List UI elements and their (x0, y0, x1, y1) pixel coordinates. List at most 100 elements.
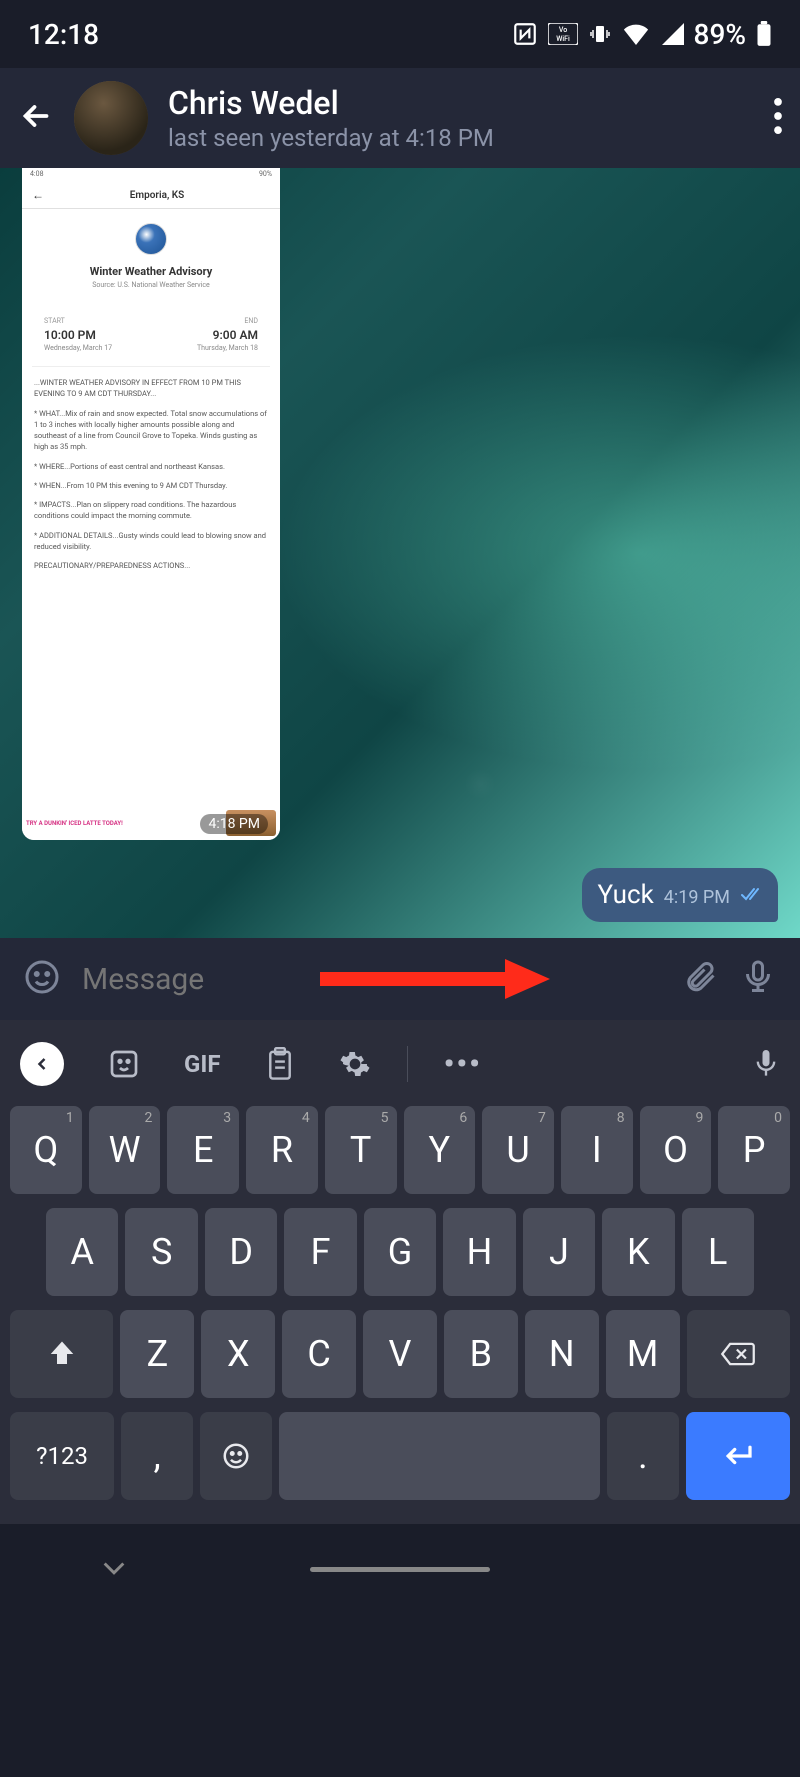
contact-name: Chris Wedel (168, 84, 754, 122)
read-checkmark-icon (740, 887, 762, 907)
key-n[interactable]: N (525, 1310, 599, 1398)
sent-message[interactable]: Yuck 4:19 PM (582, 868, 779, 922)
key-c[interactable]: C (282, 1310, 356, 1398)
ss-ad-text: TRY A DUNKIN' ICED LATTE TODAY! (26, 820, 123, 827)
key-f[interactable]: F (284, 1208, 356, 1296)
key-y[interactable]: Y6 (404, 1106, 476, 1194)
comma-key[interactable]: , (121, 1412, 193, 1500)
ss-end-label: END (197, 317, 258, 325)
vibrate-icon (588, 22, 612, 46)
ss-precaution: PRECAUTIONARY/PREPAREDNESS ACTIONS... (34, 560, 268, 571)
ss-end-date: Thursday, March 18 (197, 344, 258, 352)
key-v[interactable]: V (363, 1310, 437, 1398)
key-d[interactable]: D (205, 1208, 277, 1296)
ss-end-time: 9:00 AM (197, 328, 258, 342)
menu-button[interactable] (774, 98, 782, 138)
ss-batt: 90% (259, 170, 272, 180)
key-j[interactable]: J (523, 1208, 595, 1296)
image-timestamp: 4:18 PM (200, 814, 268, 834)
toolbar-divider (407, 1046, 408, 1082)
symbols-key[interactable]: ?123 (10, 1412, 114, 1500)
svg-text:WiFi: WiFi (556, 35, 570, 43)
shift-key[interactable] (10, 1310, 113, 1398)
keyboard: GIF ••• Q1W2E3R4T5Y6U7I8O9P0 ASDFGHJKL Z… (0, 1020, 800, 1524)
settings-button[interactable] (339, 1048, 371, 1080)
ss-when: * WHEN...From 10 PM this evening to 9 AM… (34, 480, 268, 491)
enter-key[interactable] (686, 1412, 790, 1500)
chat-header: Chris Wedel last seen yesterday at 4:18 … (0, 68, 800, 168)
nfc-icon (512, 21, 538, 47)
backspace-key[interactable] (687, 1310, 790, 1398)
keyboard-row-3: ZXCVBNM (10, 1310, 790, 1398)
voice-typing-button[interactable] (752, 1047, 780, 1081)
key-i[interactable]: I8 (561, 1106, 633, 1194)
nav-collapse-icon[interactable] (100, 1558, 128, 1580)
emoji-button[interactable] (24, 959, 60, 999)
keyboard-toolbar: GIF ••• (6, 1032, 794, 1096)
ss-back-icon: ← (32, 188, 44, 202)
ss-location: Emporia, KS (44, 190, 270, 201)
period-key[interactable]: . (607, 1412, 679, 1500)
more-button[interactable]: ••• (444, 1047, 482, 1082)
ss-impacts: * IMPACTS...Plan on slippery road condit… (34, 499, 268, 522)
ss-title: Winter Weather Advisory (22, 265, 280, 278)
key-k[interactable]: K (602, 1208, 674, 1296)
key-u[interactable]: U7 (482, 1106, 554, 1194)
ss-time: 4:08 (30, 170, 44, 180)
key-h[interactable]: H (443, 1208, 515, 1296)
status-icons: VoWiFi 89% (512, 18, 772, 51)
emoji-key[interactable] (200, 1412, 272, 1500)
key-z[interactable]: Z (120, 1310, 194, 1398)
ss-what: * WHAT...Mix of rain and snow expected. … (34, 408, 268, 453)
last-seen: last seen yesterday at 4:18 PM (168, 124, 754, 152)
status-time: 12:18 (28, 18, 99, 51)
sent-time: 4:19 PM (664, 887, 730, 908)
battery-icon (756, 21, 772, 47)
ss-advisory: ...WINTER WEATHER ADVISORY IN EFFECT FRO… (34, 377, 268, 400)
keyboard-row-4: ?123 , . (10, 1412, 790, 1500)
key-m[interactable]: M (606, 1310, 680, 1398)
key-p[interactable]: P0 (718, 1106, 790, 1194)
ss-start-date: Wednesday, March 17 (44, 344, 112, 352)
message-input[interactable] (82, 962, 660, 997)
header-info[interactable]: Chris Wedel last seen yesterday at 4:18 … (168, 84, 754, 152)
signal-icon (660, 23, 684, 45)
space-key[interactable] (279, 1412, 599, 1500)
navigation-bar (0, 1524, 800, 1614)
key-l[interactable]: L (682, 1208, 754, 1296)
key-w[interactable]: W2 (89, 1106, 161, 1194)
gif-button[interactable]: GIF (184, 1050, 221, 1078)
key-e[interactable]: E3 (167, 1106, 239, 1194)
sent-text: Yuck (598, 880, 654, 910)
sticker-button[interactable] (108, 1048, 140, 1080)
ss-start-time: 10:00 PM (44, 328, 112, 342)
key-q[interactable]: Q1 (10, 1106, 82, 1194)
contact-avatar[interactable] (74, 81, 148, 155)
battery-percent: 89% (694, 18, 746, 51)
ss-details: * ADDITIONAL DETAILS...Gusty winds could… (34, 530, 268, 553)
key-b[interactable]: B (444, 1310, 518, 1398)
attach-button[interactable] (682, 959, 718, 999)
received-image-message[interactable]: 4:08 90% ← Emporia, KS Winter Weather Ad… (22, 168, 280, 840)
key-t[interactable]: T5 (325, 1106, 397, 1194)
back-button[interactable] (18, 98, 54, 138)
key-a[interactable]: A (46, 1208, 118, 1296)
nav-handle[interactable] (310, 1567, 490, 1572)
key-o[interactable]: O9 (640, 1106, 712, 1194)
chat-area[interactable]: 4:08 90% ← Emporia, KS Winter Weather Ad… (0, 168, 800, 938)
noaa-logo (135, 223, 167, 255)
ss-source: Source: U.S. National Weather Service (22, 281, 280, 289)
keyboard-row-1: Q1W2E3R4T5Y6U7I8O9P0 (10, 1106, 790, 1194)
message-input-bar (0, 938, 800, 1020)
key-r[interactable]: R4 (246, 1106, 318, 1194)
key-s[interactable]: S (125, 1208, 197, 1296)
clipboard-button[interactable] (265, 1047, 295, 1081)
status-bar: 12:18 VoWiFi 89% (0, 0, 800, 68)
svg-text:Vo: Vo (558, 26, 566, 34)
kb-collapse-button[interactable] (20, 1042, 64, 1086)
key-g[interactable]: G (364, 1208, 436, 1296)
voice-button[interactable] (740, 959, 776, 999)
key-x[interactable]: X (201, 1310, 275, 1398)
ss-start-label: START (44, 317, 112, 325)
wifi-icon (622, 23, 650, 45)
